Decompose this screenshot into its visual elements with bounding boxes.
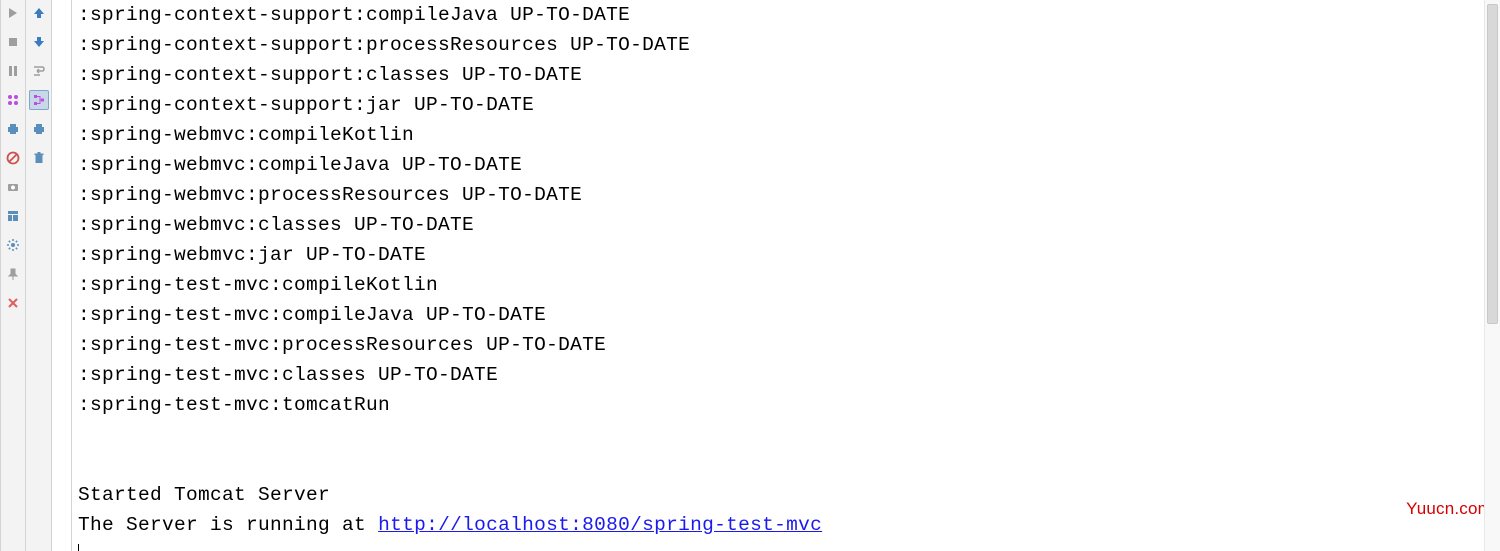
layout-button[interactable] — [3, 206, 23, 226]
server-url-link[interactable]: http://localhost:8080/spring-test-mvc — [378, 514, 822, 536]
console-line: :spring-webmvc:processResources UP-TO-DA… — [78, 180, 1494, 210]
console-line: :spring-context-support:compileJava UP-T… — [78, 0, 1494, 30]
group-button[interactable] — [3, 90, 23, 110]
console-line: :spring-webmvc:jar UP-TO-DATE — [78, 240, 1494, 270]
console-gutter — [52, 0, 72, 551]
console-line: :spring-context-support:classes UP-TO-DA… — [78, 60, 1494, 90]
console-line: :spring-test-mvc:compileJava UP-TO-DATE — [78, 300, 1494, 330]
pin-button[interactable] — [3, 264, 23, 284]
console-line: :spring-test-mvc:processResources UP-TO-… — [78, 330, 1494, 360]
arrow-down-button[interactable] — [29, 32, 49, 52]
console-running: The Server is running at http://localhos… — [78, 510, 1494, 540]
scrollbar-thumb[interactable] — [1487, 4, 1498, 324]
console-line: :spring-webmvc:compileKotlin — [78, 120, 1494, 150]
arrow-up-button[interactable] — [29, 3, 49, 23]
stop-button[interactable] — [3, 32, 23, 52]
console-started: Started Tomcat Server — [78, 480, 1494, 510]
settings-button[interactable] — [3, 235, 23, 255]
console-line: :spring-webmvc:classes UP-TO-DATE — [78, 210, 1494, 240]
console-caret-line — [78, 540, 1494, 551]
wrap-button[interactable] — [29, 61, 49, 81]
trash-button[interactable] — [29, 148, 49, 168]
app-root: :spring-context-support:compileJava UP-T… — [0, 0, 1500, 551]
console-line: :spring-test-mvc:classes UP-TO-DATE — [78, 360, 1494, 390]
print-button[interactable] — [3, 119, 23, 139]
toolbar-left — [0, 0, 26, 551]
console-line: :spring-test-mvc:compileKotlin — [78, 270, 1494, 300]
console-line: :spring-context-support:jar UP-TO-DATE — [78, 90, 1494, 120]
run-button[interactable] — [3, 3, 23, 23]
console-line: :spring-test-mvc:tomcatRun — [78, 390, 1494, 420]
watermark: Yuucn.com — [1406, 499, 1492, 519]
console-line: :spring-webmvc:compileJava UP-TO-DATE — [78, 150, 1494, 180]
close-button[interactable] — [3, 293, 23, 313]
pause-button[interactable] — [3, 61, 23, 81]
text-caret — [78, 544, 79, 551]
console-blank — [78, 450, 1494, 480]
vertical-scrollbar[interactable] — [1484, 0, 1500, 551]
print2-button[interactable] — [29, 119, 49, 139]
block-button[interactable] — [3, 148, 23, 168]
console-output[interactable]: :spring-context-support:compileJava UP-T… — [72, 0, 1500, 551]
console-panel: :spring-context-support:compileJava UP-T… — [72, 0, 1500, 551]
console-blank — [78, 420, 1494, 450]
console-line: :spring-context-support:processResources… — [78, 30, 1494, 60]
toolbar-secondary — [26, 0, 52, 551]
tree-button[interactable] — [29, 90, 49, 110]
camera-button[interactable] — [3, 177, 23, 197]
